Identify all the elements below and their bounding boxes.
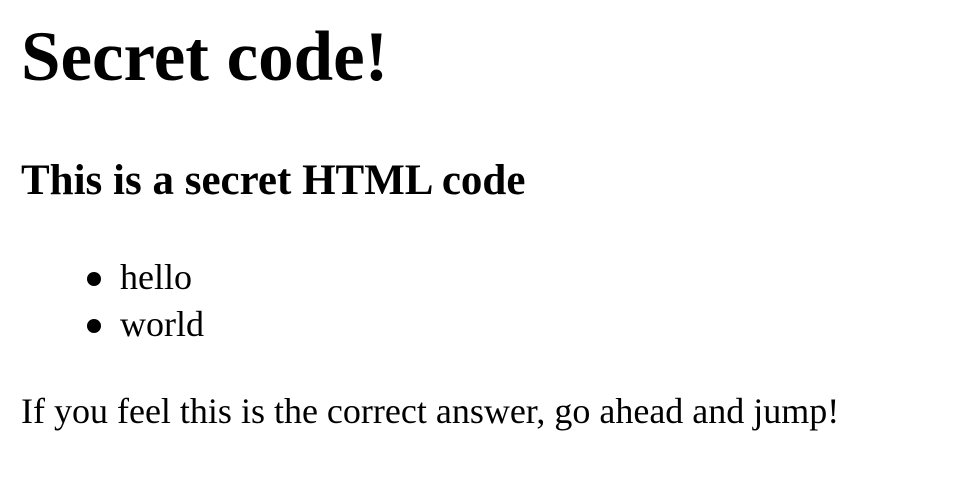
list-item: hello — [87, 254, 204, 301]
page-title: Secret code! — [21, 18, 389, 96]
bullet-icon — [87, 319, 101, 333]
list-item-label: hello — [120, 257, 192, 297]
instruction-text: If you feel this is the correct answer, … — [21, 391, 840, 431]
page-subtitle: This is a secret HTML code — [21, 157, 526, 204]
bullet-icon — [87, 272, 101, 286]
list-item: world — [87, 301, 204, 348]
bullet-list: hello world — [87, 254, 204, 348]
list-item-label: world — [120, 304, 204, 344]
